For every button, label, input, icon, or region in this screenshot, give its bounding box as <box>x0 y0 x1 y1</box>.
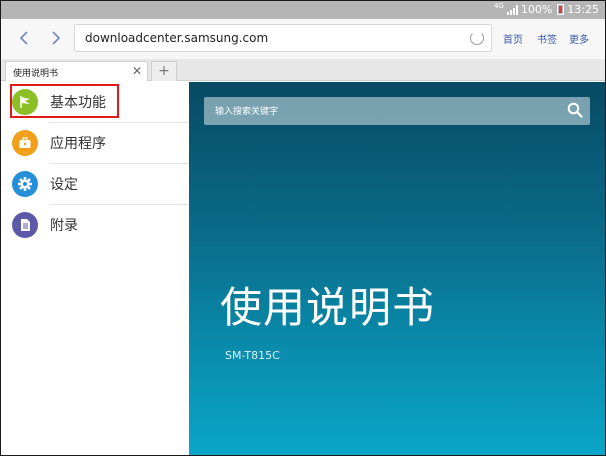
new-tab-button[interactable]: + <box>151 61 177 81</box>
main-content: 输入搜索关键字 使用说明书 SM-T815C <box>189 82 605 455</box>
sidebar-item-label: 附录 <box>50 218 78 234</box>
tab-user-manual[interactable]: 使用说明书 ✕ <box>5 61 148 81</box>
document-icon <box>12 212 38 238</box>
forward-button[interactable] <box>45 27 67 49</box>
tab-bar: 使用说明书 ✕ + <box>1 59 605 81</box>
toolbox-icon <box>12 130 38 156</box>
reload-icon[interactable] <box>470 31 484 45</box>
url-text: downloadcenter.samsung.com <box>85 31 269 45</box>
network-type: 4G <box>493 2 504 10</box>
search-icon[interactable] <box>567 102 583 118</box>
browser-toolbar: downloadcenter.samsung.com 首页 书签 更多 <box>1 19 605 59</box>
tab-title: 使用说明书 <box>13 69 59 79</box>
chevron-right-icon <box>52 31 61 45</box>
sidebar-item-appendix[interactable]: 附录 <box>1 205 189 246</box>
plus-icon: + <box>158 63 170 79</box>
more-button[interactable]: 更多 <box>569 31 589 46</box>
back-button[interactable] <box>13 27 35 49</box>
highlight-box <box>10 84 119 118</box>
battery-icon <box>557 4 565 15</box>
sidebar-item-settings[interactable]: 设定 <box>1 164 189 205</box>
url-bar[interactable]: downloadcenter.samsung.com <box>74 24 492 52</box>
gear-icon <box>12 171 38 197</box>
sidebar: 基本功能 应用程序 设定 附录 <box>1 82 189 455</box>
status-bar: 4G 100% 13:25 <box>1 1 605 19</box>
sidebar-item-applications[interactable]: 应用程序 <box>1 123 189 164</box>
browser-window: 4G 100% 13:25 downloadcenter.samsung.com… <box>1 1 605 455</box>
signal-icon <box>506 4 518 15</box>
model-number: SM-T815C <box>225 349 280 362</box>
sidebar-item-label: 应用程序 <box>50 136 106 152</box>
sidebar-item-basic-functions[interactable]: 基本功能 <box>1 82 189 123</box>
chevron-left-icon <box>19 31 28 45</box>
page-title: 使用说明书 <box>220 283 436 332</box>
clock: 13:25 <box>567 3 599 16</box>
close-icon[interactable]: ✕ <box>132 64 142 78</box>
battery-percent: 100% <box>520 3 553 16</box>
bookmarks-button[interactable]: 书签 <box>537 31 557 46</box>
search-placeholder: 输入搜索关键字 <box>215 107 279 117</box>
home-button[interactable]: 首页 <box>503 31 523 46</box>
sidebar-item-label: 设定 <box>50 177 78 193</box>
